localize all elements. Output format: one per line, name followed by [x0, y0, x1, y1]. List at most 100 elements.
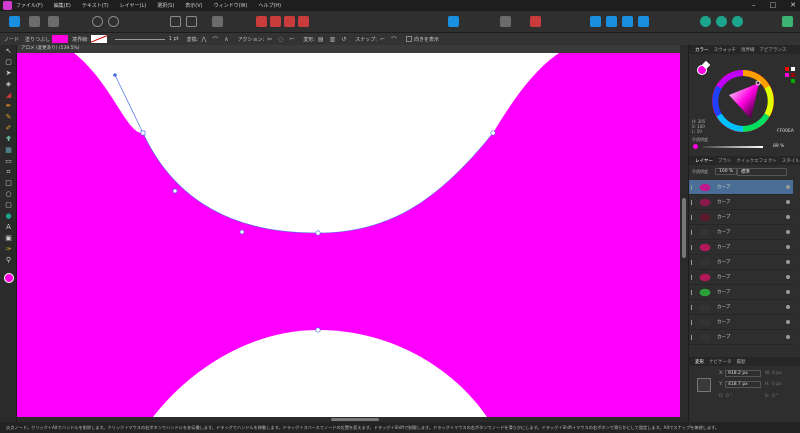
layer-expand-icon[interactable]	[691, 335, 694, 340]
magnet-icon[interactable]	[530, 16, 541, 27]
layer-row[interactable]: カーブ	[689, 300, 793, 315]
layer-expand-icon[interactable]	[691, 230, 694, 235]
control-point-1[interactable]	[172, 188, 178, 194]
menu-file[interactable]: ファイル(F)	[16, 2, 43, 9]
node-tool-icon[interactable]: ➤	[4, 69, 13, 77]
pen-tool-icon[interactable]: ✒	[4, 102, 13, 110]
blend-mode-select[interactable]: 標準	[737, 168, 787, 176]
layer-visibility-icon[interactable]	[786, 260, 790, 264]
maximize-icon[interactable]: □	[770, 1, 777, 9]
layer-row[interactable]: カーブ	[689, 315, 793, 330]
snap-node-icon[interactable]: ⌐	[380, 36, 385, 43]
pencil-tool-icon[interactable]: ✎	[4, 113, 13, 121]
recent-swatch-darkred[interactable]	[791, 73, 795, 77]
show-orientation-checkbox[interactable]	[406, 36, 413, 42]
layer-visibility-icon[interactable]	[786, 275, 790, 279]
layer-visibility-icon[interactable]	[786, 215, 790, 219]
layer-row[interactable]: カーブ	[689, 225, 793, 240]
tab-history[interactable]: 履歴	[737, 359, 746, 365]
hex-value[interactable]: FF00EA	[777, 129, 794, 134]
close-curve-icon[interactable]: ◌	[278, 36, 283, 43]
tab-stroke[interactable]: 境界線	[741, 47, 755, 53]
tab-color[interactable]: カラー	[695, 47, 709, 53]
opacity-value[interactable]: 89 %	[773, 144, 784, 149]
minimize-icon[interactable]: –	[752, 1, 756, 9]
layer-opacity-value[interactable]: 100 %	[715, 168, 738, 175]
layer-expand-icon[interactable]	[691, 200, 694, 205]
tab-styles[interactable]: スタイル	[782, 158, 800, 164]
sharp-node-icon[interactable]: ⋀	[201, 36, 206, 43]
tab-layers[interactable]: レイヤー	[695, 158, 713, 164]
r-value[interactable]: 0 °	[726, 394, 733, 399]
rectangle-tool-icon[interactable]: □	[4, 179, 13, 187]
w-value[interactable]: 0 px	[772, 371, 782, 376]
break-curve-icon[interactable]: ✂	[267, 36, 272, 43]
layer-visibility-icon[interactable]	[786, 230, 790, 234]
flip-icon[interactable]	[448, 16, 459, 27]
horizontal-scroll-thumb[interactable]	[331, 418, 379, 421]
arrange-icon[interactable]	[212, 16, 223, 27]
move-tool-icon[interactable]: ↖	[4, 47, 13, 55]
canvas-artwork[interactable]	[17, 53, 680, 417]
tab-transform[interactable]: 変形	[695, 359, 704, 365]
preview-icon[interactable]	[732, 16, 743, 27]
s-value[interactable]: 0 °	[772, 394, 779, 399]
recent-swatch-white[interactable]	[791, 67, 795, 71]
boolean-xor-icon[interactable]	[298, 16, 309, 27]
right-node[interactable]	[490, 130, 496, 136]
anchor-point-selector[interactable]	[697, 378, 711, 392]
zoom-tool-icon[interactable]: ⚲	[4, 256, 13, 264]
tab-appearance[interactable]: アピアランス	[760, 47, 787, 53]
control-point-2[interactable]	[239, 229, 245, 235]
place-image-tool-icon[interactable]: ▭	[4, 157, 13, 165]
menu-view[interactable]: 表示(V)	[185, 2, 202, 9]
align-nodes-icon[interactable]: ▤	[318, 36, 324, 43]
layer-expand-icon[interactable]	[691, 185, 694, 190]
move-front-icon[interactable]	[590, 16, 601, 27]
text-tool-icon[interactable]: A	[4, 223, 13, 231]
canvas[interactable]	[17, 53, 680, 417]
recent-swatch-green[interactable]	[791, 79, 795, 83]
fill-color-swatch[interactable]	[4, 273, 14, 283]
lower-arch-node[interactable]	[315, 327, 321, 333]
layer-expand-icon[interactable]	[691, 275, 694, 280]
move-backward-icon[interactable]	[622, 16, 633, 27]
tab-navigator[interactable]: ナビゲータ	[709, 359, 732, 365]
settings-gear-icon[interactable]	[92, 16, 103, 27]
move-back-icon[interactable]	[638, 16, 649, 27]
cusp-node[interactable]	[140, 130, 146, 136]
layer-row[interactable]: カーブ	[689, 255, 793, 270]
layer-expand-icon[interactable]	[691, 290, 694, 295]
vector-brush-tool-icon[interactable]: ✐	[4, 124, 13, 132]
menu-help[interactable]: ヘルプ(H)	[258, 2, 281, 9]
layer-row[interactable]: カーブ	[689, 180, 793, 195]
layer-expand-icon[interactable]	[691, 260, 694, 265]
layer-visibility-icon[interactable]	[786, 320, 790, 324]
assistant-icon[interactable]	[700, 16, 711, 27]
align-icon[interactable]	[170, 16, 181, 27]
opacity-slider[interactable]	[703, 146, 763, 148]
menu-edit[interactable]: 編集(E)	[54, 2, 71, 9]
h-value[interactable]: 0 px	[772, 382, 782, 387]
layer-row[interactable]: カーブ	[689, 210, 793, 225]
pixel-persona-icon[interactable]	[29, 16, 40, 27]
layer-row[interactable]: カーブ	[689, 330, 793, 345]
layer-row[interactable]: カーブ	[689, 195, 793, 210]
snapping-icon[interactable]	[500, 16, 511, 27]
designer-persona-icon[interactable]	[9, 16, 20, 27]
crop-tool-icon[interactable]: ⌗	[4, 168, 13, 176]
frame-text-tool-icon[interactable]: ▣	[4, 234, 13, 242]
transparency-tool-icon[interactable]: ▦	[4, 146, 13, 154]
user-icon[interactable]	[782, 16, 793, 27]
boolean-subtract-icon[interactable]	[270, 16, 281, 27]
menu-layer[interactable]: レイヤー(L)	[120, 2, 147, 9]
ellipse-tool-icon[interactable]: ○	[4, 190, 13, 198]
layer-expand-icon[interactable]	[691, 305, 694, 310]
vertical-scroll-thumb[interactable]	[682, 198, 686, 258]
distribute-nodes-icon[interactable]: ▥	[330, 36, 336, 43]
recent-swatch-red[interactable]	[785, 67, 789, 71]
artboard-tool-icon[interactable]: ▢	[4, 58, 13, 66]
layer-expand-icon[interactable]	[691, 320, 694, 325]
fill-swatch[interactable]	[52, 35, 69, 43]
shape-tool-icon[interactable]: ●	[4, 212, 13, 220]
